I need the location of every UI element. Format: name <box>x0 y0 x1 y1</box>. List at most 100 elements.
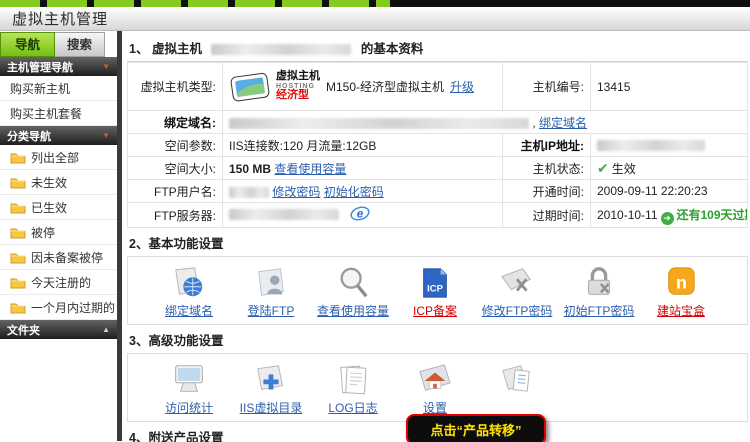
feature-visit-stats[interactable]: 访问统计 <box>148 361 230 416</box>
ie-browser-icon[interactable]: e <box>350 205 370 225</box>
folder-icon <box>10 251 26 264</box>
change-password-link[interactable]: 修改密码 <box>272 185 320 199</box>
section3-header: 3、高级功能设置 <box>127 325 748 353</box>
disk-house-icon <box>415 361 455 397</box>
item-label: 列出全部 <box>31 149 79 166</box>
magnifier-icon <box>333 264 373 300</box>
feature-label[interactable]: 建站宝盒 <box>657 302 705 319</box>
tab-navigation[interactable]: 导航 <box>0 32 55 57</box>
main-content: 1、 虚拟主机 的基本资料 虚拟主机类型: 虚拟主机 HOSTING 经济 <box>122 31 750 441</box>
feature-change-ftp-password[interactable]: 修改FTP密码 <box>476 264 558 319</box>
redacted-hostname <box>211 44 351 55</box>
section-number: 1、 <box>129 42 148 56</box>
page-title: 虚拟主机管理 <box>12 8 108 29</box>
redacted-ftp-user <box>229 187 269 198</box>
section2-header: 2、基本功能设置 <box>127 228 748 256</box>
feature-init-ftp-password[interactable]: 初始FTP密码 <box>558 264 640 319</box>
feature-label[interactable]: 登陆FTP <box>248 302 295 319</box>
bind-domain-link[interactable]: 绑定域名 <box>539 116 587 130</box>
sidebar-group-category-nav[interactable]: 分类导航 ▼ <box>0 126 117 145</box>
sidebar-group-folders[interactable]: 文件夹 ▲ <box>0 320 117 339</box>
feature-label[interactable]: ICP备案 <box>413 302 457 319</box>
sidebar-item-buy-host-plan[interactable]: 购买主机套餐 <box>0 101 117 126</box>
wrench-board-icon <box>497 264 537 300</box>
expire-note: 还有109天过期 <box>677 208 748 222</box>
feature-hidden-by-callout[interactable] <box>476 361 558 416</box>
redacted-ftp-server <box>229 209 339 220</box>
feature-iis-virtual-dir[interactable]: IIS虚拟目录 <box>230 361 312 416</box>
lock-wrench-icon <box>579 264 619 300</box>
open-time-label: 开通时间: <box>503 180 591 203</box>
sidebar-item-active[interactable]: 已生效 <box>0 195 117 220</box>
feature-label[interactable]: 初始FTP密码 <box>564 302 635 319</box>
ftp-user-icon <box>251 264 291 300</box>
sidebar-group-host-management[interactable]: 主机管理导航 ▼ <box>0 57 117 76</box>
item-label: 购买新主机 <box>10 80 70 97</box>
sidebar-item-suspended-no-icp[interactable]: 因未备案被停 <box>0 245 117 270</box>
host-info-table: 虚拟主机类型: 虚拟主机 HOSTING 经济型 M150-经济型虚拟主机 <box>127 62 748 228</box>
host-id-label: 主机编号: <box>503 63 591 111</box>
feature-label[interactable]: 访问统计 <box>165 399 213 416</box>
callout-text: 点击“产品转移” <box>430 423 521 438</box>
sidebar-item-buy-new-host[interactable]: 购买新主机 <box>0 76 117 101</box>
sidebar-item-suspended[interactable]: 被停 <box>0 220 117 245</box>
sidebar-item-not-active[interactable]: 未生效 <box>0 170 117 195</box>
section-title-suffix: 的基本资料 <box>361 42 424 56</box>
tab-search[interactable]: 搜索 <box>55 32 105 57</box>
host-type-text: M150-经济型虚拟主机 <box>326 78 444 95</box>
feature-sitebuilder-box[interactable]: n 建站宝盒 <box>640 264 722 319</box>
group-label: 分类导航 <box>7 128 51 144</box>
dark-strip <box>390 0 750 7</box>
redacted-ip <box>597 140 705 151</box>
app-titlebar: 虚拟主机管理 <box>0 7 750 31</box>
feature-login-ftp[interactable]: 登陆FTP <box>230 264 312 319</box>
green-arrow-icon: ➔ <box>661 212 674 225</box>
sidebar-item-list-all[interactable]: 列出全部 <box>0 145 117 170</box>
feature-label[interactable]: 查看使用容量 <box>317 302 389 319</box>
folder-plus-icon <box>251 361 291 397</box>
chevron-down-icon: ▼ <box>102 131 110 140</box>
host-status-value: ✔生效 <box>591 157 748 180</box>
expire-date: 2010-10-11 <box>597 208 658 222</box>
space-size-value: 150 MB 查看使用容量 <box>223 157 503 180</box>
upgrade-link[interactable]: 升级 <box>450 78 474 95</box>
sidebar-tabs: 导航 搜索 <box>0 31 117 57</box>
item-label: 已生效 <box>31 199 67 216</box>
monitor-icon <box>169 361 209 397</box>
log-pages-icon <box>333 361 373 397</box>
hosting-type-icon: 虚拟主机 HOSTING 经济型 <box>229 68 320 106</box>
feature-label[interactable]: 绑定域名 <box>165 302 213 319</box>
sidebar-item-expiring-in-month[interactable]: 一个月内过期的 <box>0 295 117 320</box>
icp-document-icon: ICP <box>415 264 455 300</box>
redacted-domain <box>229 118 529 129</box>
domain-separator: , <box>532 116 535 130</box>
section-title-prefix: 虚拟主机 <box>152 42 202 56</box>
green-segments-strip <box>0 0 390 7</box>
host-ip-value <box>591 134 748 157</box>
folder-document-icon <box>497 361 537 397</box>
chevron-down-icon: ▼ <box>102 62 110 71</box>
sidebar-item-registered-today[interactable]: 今天注册的 <box>0 270 117 295</box>
reset-password-link[interactable]: 初始化密码 <box>324 185 384 199</box>
feature-label[interactable]: LOG日志 <box>328 399 377 416</box>
feature-label[interactable]: IIS虚拟目录 <box>240 399 303 416</box>
feature-view-usage[interactable]: 查看使用容量 <box>312 264 394 319</box>
feature-log-files[interactable]: LOG日志 <box>312 361 394 416</box>
view-usage-link[interactable]: 查看使用容量 <box>274 162 346 176</box>
host-ip-label: 主机IP地址: <box>503 134 591 157</box>
bound-domain-label: 绑定域名: <box>128 111 223 134</box>
folder-icon <box>10 276 26 289</box>
ftp-user-label: FTP用户名: <box>128 180 223 203</box>
item-label: 未生效 <box>31 174 67 191</box>
feature-bind-domain[interactable]: 绑定域名 <box>148 264 230 319</box>
space-params-label: 空间参数: <box>128 134 223 157</box>
feature-label[interactable]: 修改FTP密码 <box>482 302 553 319</box>
ftp-user-value: 修改密码 初始化密码 <box>223 180 503 203</box>
folder-icon <box>10 301 26 314</box>
host-status-label: 主机状态: <box>503 157 591 180</box>
feature-icp-record[interactable]: ICP ICP备案 <box>394 264 476 319</box>
group-label: 主机管理导航 <box>7 59 73 75</box>
group-label: 文件夹 <box>7 322 40 338</box>
ie-glyph: e <box>357 207 364 221</box>
feature-settings[interactable]: 设置 <box>394 361 476 416</box>
